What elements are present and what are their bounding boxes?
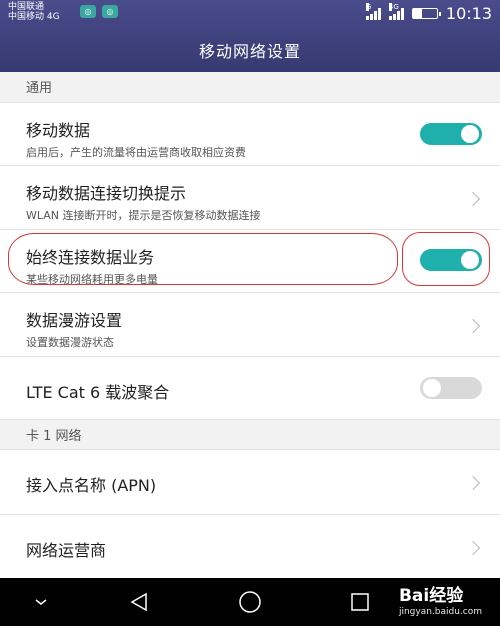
- watermark-brand-text: Bai经验: [398, 586, 464, 606]
- setting-switch-hint[interactable]: 移动数据连接切换提示 WLAN 连接断开时，提示是否恢复移动数据连接: [0, 165, 500, 229]
- back-button[interactable]: [124, 578, 154, 626]
- baidu-watermark: Bai经验 jingyan.baidu.com: [399, 581, 482, 617]
- setting-mobile-data[interactable]: 移动数据 启用后，产生的流量将由运营商收取相应资费: [0, 102, 500, 165]
- setting-operator[interactable]: 网络运营商: [0, 514, 500, 578]
- status-bar: 中国联通 中国移动 4G ◎ ◎ G 4G 10:13: [0, 0, 500, 26]
- setting-apn[interactable]: 接入点名称 (APN): [0, 449, 500, 514]
- signal-icon: 4G: [388, 2, 404, 20]
- back-icon: [130, 592, 147, 612]
- setting-always-on-data[interactable]: 始终连接数据业务 某些移动网络耗用更多电量: [0, 229, 500, 292]
- hide-nav-button[interactable]: [26, 578, 56, 626]
- section-header-general: 通用: [0, 72, 500, 102]
- carrier-info: 中国联通 中国移动 4G: [8, 2, 60, 22]
- setting-subtitle: WLAN 连接断开时，提示是否恢复移动数据连接: [26, 209, 261, 222]
- always-on-data-toggle[interactable]: [420, 249, 482, 271]
- app-notification-icon: ◎: [80, 5, 96, 18]
- app-header: 中国联通 中国移动 4G ◎ ◎ G 4G 10:13 移动网络设置: [0, 0, 500, 72]
- setting-subtitle: 设置数据漫游状态: [26, 336, 114, 349]
- signal-icon: G: [365, 2, 381, 20]
- watermark-url: jingyan.baidu.com: [398, 607, 482, 617]
- chevron-down-icon: [35, 599, 47, 605]
- clock: 10:13: [445, 4, 492, 23]
- watermark-brand: Bai经验: [399, 581, 482, 606]
- network-type-label: 4G: [388, 2, 399, 11]
- carrier-1: 中国联通: [8, 2, 45, 12]
- battery-icon: [411, 8, 441, 19]
- setting-title: 数据漫游设置: [26, 311, 123, 330]
- setting-subtitle: 某些移动网络耗用更多电量: [26, 273, 158, 286]
- notification-icons: ◎ ◎: [80, 5, 118, 18]
- mobile-data-toggle[interactable]: [420, 123, 482, 145]
- setting-lte-ca[interactable]: LTE Cat 6 载波聚合: [0, 356, 500, 419]
- network-type-label: G: [365, 2, 372, 11]
- app-notification-icon: ◎: [102, 5, 118, 18]
- page-title: 移动网络设置: [198, 42, 301, 61]
- setting-roaming[interactable]: 数据漫游设置 设置数据漫游状态: [0, 292, 500, 356]
- setting-title: 接入点名称 (APN): [26, 476, 157, 495]
- recents-icon: [351, 593, 369, 611]
- setting-subtitle: 启用后，产生的流量将由运营商收取相应资费: [26, 146, 246, 159]
- home-button[interactable]: [234, 578, 266, 626]
- lte-ca-toggle[interactable]: [420, 377, 482, 399]
- settings-list: 通用 移动数据 启用后，产生的流量将由运营商收取相应资费 移动数据连接切换提示 …: [0, 72, 500, 578]
- recents-button[interactable]: [345, 578, 375, 626]
- section-header-sim1: 卡 1 网络: [0, 419, 500, 449]
- setting-title: 移动数据连接切换提示: [26, 184, 187, 203]
- home-icon: [239, 591, 261, 613]
- setting-title: 网络运营商: [26, 541, 107, 560]
- carrier-2: 中国移动 4G: [8, 12, 60, 22]
- status-indicators: G 4G 10:13: [365, 2, 492, 23]
